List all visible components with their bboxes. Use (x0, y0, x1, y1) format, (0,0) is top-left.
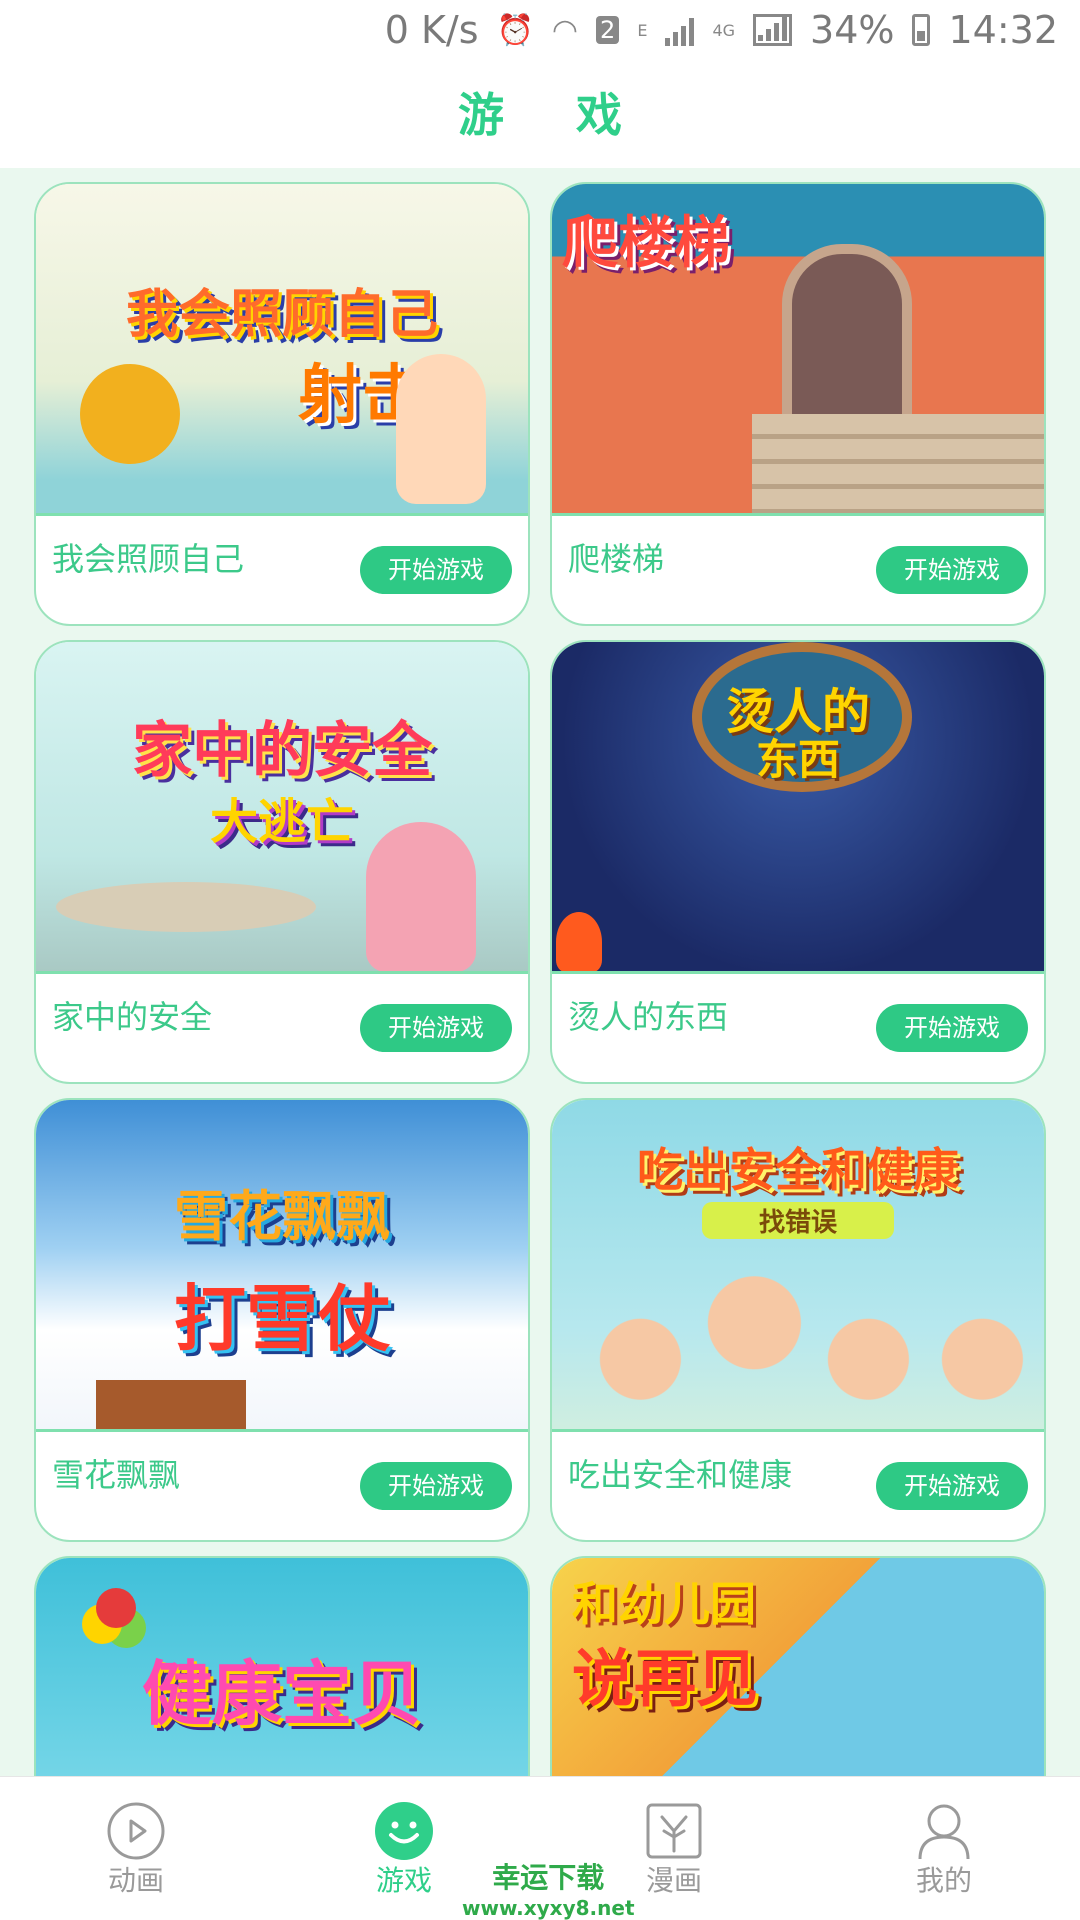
game-thumbnail[interactable]: 我会照顾自己 射击 (36, 184, 528, 516)
start-game-button[interactable]: 开始游戏 (876, 1462, 1028, 1510)
game-title: 烫人的东西 (568, 998, 729, 1036)
net-speed: 0 K/s (384, 8, 479, 52)
signal-4g-icon (753, 14, 793, 46)
user-icon (918, 1804, 970, 1860)
thumbnail-title: 吃出安全和健康 (637, 1143, 959, 1197)
start-game-button[interactable]: 开始游戏 (360, 546, 512, 594)
thumbnail-title: 雪花飘飘 (174, 1185, 390, 1248)
game-card[interactable]: 烫人的 东西 烫人的东西 开始游戏 (550, 640, 1046, 1084)
tab-profile[interactable]: 我的 (844, 1777, 1044, 1920)
watermark-title: 幸运下载 (492, 1861, 605, 1894)
battery-percent: 34% (810, 8, 895, 52)
tab-animation[interactable]: 动画 (36, 1777, 236, 1920)
game-title: 家中的安全 (52, 998, 213, 1036)
stairs-illustration (752, 414, 1044, 513)
game-card[interactable]: 吃出安全和健康 找错误 吃出安全和健康 开始游戏 (550, 1098, 1046, 1542)
tab-label: 我的 (915, 1864, 972, 1897)
header: 游 戏 (0, 62, 1080, 168)
start-game-button[interactable]: 开始游戏 (360, 1462, 512, 1510)
house-illustration (96, 1380, 246, 1429)
thumbnail-title: 我会照顾自己 (125, 285, 438, 345)
comic-icon (646, 1803, 702, 1859)
game-thumbnail[interactable]: 家中的安全 大逃亡 (36, 642, 528, 974)
thumbnail-title: 家中的安全 (132, 716, 432, 786)
page-title: 游 戏 (457, 88, 650, 142)
watermark: 幸运下载 www.xyxy8.net (462, 1856, 635, 1920)
tab-label: 动画 (107, 1864, 164, 1897)
network-4g-label: 4G (712, 20, 736, 40)
status-icons: 0 K/s ⏰ ◠ 2 E 4G 34% 14:32 (385, 8, 1058, 52)
thumbnail-banner: 找错误 (702, 1202, 894, 1239)
game-title: 吃出安全和健康 (568, 1456, 793, 1494)
battery-icon (912, 14, 931, 46)
start-game-button[interactable]: 开始游戏 (876, 546, 1028, 594)
wifi-icon: ◠ (551, 12, 579, 48)
game-title: 爬楼梯 (568, 540, 665, 578)
network-e-label: E (637, 20, 648, 40)
child-illustration (396, 354, 486, 504)
status-bar: 0 K/s ⏰ ◠ 2 E 4G 34% 14:32 (0, 0, 1080, 62)
thumbnail-subtitle: 打雪仗 (173, 1277, 390, 1361)
game-title: 雪花飘飘 (52, 1456, 181, 1494)
thumbnail-title: 健康宝贝 (142, 1653, 422, 1735)
game-thumbnail[interactable]: 吃出安全和健康 找错误 (552, 1100, 1044, 1432)
flame-illustration (556, 912, 602, 971)
thumbnail-subtitle: 说再见 (572, 1642, 759, 1715)
game-thumbnail[interactable]: 爬楼梯 (552, 184, 1044, 516)
watermark-url: www.xyxy8.net (462, 1896, 635, 1920)
game-card[interactable]: 我会照顾自己 射击 我会照顾自己 开始游戏 (34, 182, 530, 626)
thumbnail-title: 和幼儿园 (572, 1577, 756, 1631)
thumbnail-subtitle: 东西 (755, 735, 840, 784)
child-illustration (366, 822, 476, 971)
table-illustration (56, 882, 316, 932)
family-illustration (572, 1250, 1028, 1429)
game-card[interactable]: 爬楼梯 爬楼梯 开始游戏 (550, 182, 1046, 626)
sim-badge: 2 (596, 16, 620, 44)
game-card[interactable]: 雪花飘飘 打雪仗 雪花飘飘 开始游戏 (34, 1098, 530, 1542)
game-thumbnail[interactable]: 雪花飘飘 打雪仗 (36, 1100, 528, 1432)
character-illustration (80, 364, 180, 464)
balloons-illustration (96, 1588, 136, 1628)
smiley-icon (375, 1802, 433, 1860)
thumbnail-title: 爬楼梯 (562, 211, 730, 276)
start-game-button[interactable]: 开始游戏 (876, 1004, 1028, 1052)
alarm-icon: ⏰ (496, 12, 534, 48)
play-circle-icon (107, 1802, 165, 1860)
start-game-button[interactable]: 开始游戏 (360, 1004, 512, 1052)
game-title: 我会照顾自己 (52, 540, 245, 578)
game-thumbnail[interactable]: 烫人的 东西 (552, 642, 1044, 974)
clock: 14:32 (948, 8, 1058, 52)
game-card[interactable]: 家中的安全 大逃亡 家中的安全 开始游戏 (34, 640, 530, 1084)
signal-icon (665, 14, 695, 46)
